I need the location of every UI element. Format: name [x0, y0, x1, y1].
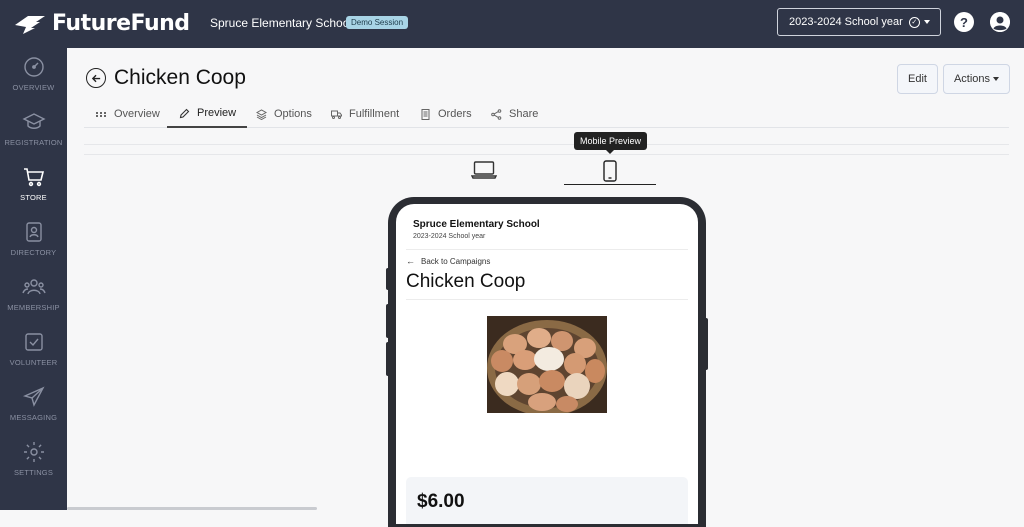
sidebar-item-membership[interactable]: MEMBERSHIP [0, 268, 67, 323]
tab-label: Overview [114, 108, 160, 120]
question-icon: ? [960, 14, 968, 30]
mobile-school-year: 2023-2024 School year [413, 233, 486, 240]
checkbox-icon [24, 333, 43, 351]
tab-preview[interactable]: Preview [167, 100, 248, 128]
user-avatar-button[interactable] [990, 12, 1010, 32]
mobile-back-label: Back to Campaigns [421, 256, 491, 266]
tab-label: Fulfillment [349, 108, 400, 120]
divider [84, 144, 1009, 145]
school-year-select[interactable]: 2023-2024 School year ✓ [777, 8, 941, 36]
phone-power-button [704, 318, 708, 370]
graduation-cap-icon [21, 113, 46, 129]
phone-screen: Spruce Elementary School 2023-2024 Schoo… [396, 204, 698, 524]
sidebar-label: MEMBERSHIP [7, 303, 60, 312]
sidebar-item-messaging[interactable]: MESSAGING [0, 378, 67, 433]
tab-label: Orders [438, 108, 472, 120]
sidebar: OVERVIEW REGISTRATION STORE DIRECTORY ME… [0, 48, 67, 510]
sidebar-item-overview[interactable]: OVERVIEW [0, 48, 67, 103]
tab-share[interactable]: Share [491, 100, 538, 128]
mobile-school-name: Spruce Elementary School [413, 219, 540, 230]
brand-name: FutureFund [52, 11, 190, 36]
truck-icon [331, 110, 342, 119]
dashboard-icon [23, 57, 44, 77]
contacts-icon [25, 222, 42, 242]
eggs-basket-image [487, 316, 607, 413]
people-icon [21, 279, 46, 295]
actions-button[interactable]: Actions [943, 64, 1010, 94]
sidebar-label: VOLUNTEER [9, 358, 58, 367]
edit-button[interactable]: Edit [897, 64, 938, 94]
tab-label: Options [274, 108, 312, 120]
mobile-price-box: $6.00 [406, 477, 688, 524]
sidebar-item-volunteer[interactable]: VOLUNTEER [0, 323, 67, 378]
edit-button-label: Edit [908, 73, 927, 85]
sidebar-item-store[interactable]: STORE [0, 158, 67, 213]
sidebar-label: STORE [20, 193, 47, 202]
sidebar-item-registration[interactable]: REGISTRATION [0, 103, 67, 158]
tab-bar: Overview Preview Options Fulfillment Ord… [84, 100, 1009, 128]
tab-label: Preview [197, 107, 237, 119]
user-icon [990, 12, 1010, 32]
phone-side-button [386, 342, 390, 376]
bird-logo-icon [15, 15, 45, 34]
grid-icon [96, 111, 106, 117]
sidebar-label: SETTINGS [13, 468, 54, 477]
tab-orders[interactable]: Orders [420, 100, 472, 128]
document-icon [421, 108, 430, 120]
sidebar-label: DIRECTORY [10, 248, 57, 257]
mobile-divider [406, 249, 688, 250]
cart-icon [23, 168, 44, 187]
mobile-divider [406, 299, 688, 300]
layers-icon [256, 108, 267, 120]
tab-overview[interactable]: Overview [96, 100, 160, 128]
smartphone-icon[interactable] [600, 160, 620, 182]
demo-session-badge: Demo Session [346, 16, 409, 29]
page-title: Chicken Coop [114, 66, 246, 89]
arrow-left-icon: ← [406, 256, 415, 266]
school-name: Spruce Elementary School [210, 16, 353, 30]
mobile-preview-tooltip: Mobile Preview [574, 132, 648, 154]
school-year-value: 2023-2024 School year [789, 16, 903, 28]
gear-icon [23, 442, 44, 462]
arrow-left-icon [91, 74, 100, 82]
sidebar-label: REGISTRATION [4, 138, 63, 147]
tab-label: Share [509, 108, 539, 120]
help-button[interactable]: ? [954, 12, 974, 32]
sidebar-item-settings[interactable]: SETTINGS [0, 433, 67, 488]
mobile-product-title: Chicken Coop [406, 271, 526, 292]
product-image-eggs [487, 316, 607, 413]
phone-frame: Spruce Elementary School 2023-2024 Schoo… [388, 197, 706, 527]
brand-logo[interactable]: FutureFund [14, 11, 190, 36]
paper-plane-icon [22, 386, 45, 407]
phone-side-button [386, 304, 390, 338]
caret-down-icon [993, 77, 1000, 81]
phone-side-button [386, 268, 390, 290]
top-bar: FutureFund Spruce Elementary School Demo… [0, 0, 1024, 48]
sidebar-label: OVERVIEW [12, 83, 55, 92]
main-content: Chicken Coop Edit Actions Overview Previ… [67, 48, 1024, 527]
sidebar-label: MESSAGING [9, 413, 58, 422]
chevron-down-icon [924, 20, 930, 24]
sidebar-item-directory[interactable]: DIRECTORY [0, 213, 67, 268]
device-selected-indicator [564, 184, 656, 185]
back-button[interactable] [86, 68, 106, 88]
tab-options[interactable]: Options [256, 100, 312, 128]
divider [84, 154, 1009, 155]
laptop-icon[interactable] [471, 160, 497, 180]
tab-fulfillment[interactable]: Fulfillment [331, 100, 399, 128]
check-circle-icon: ✓ [908, 16, 920, 28]
share-icon [491, 108, 502, 120]
actions-button-label: Actions [953, 73, 991, 85]
pencil-icon [179, 108, 190, 118]
mobile-back-link[interactable]: ← Back to Campaigns [406, 256, 490, 266]
